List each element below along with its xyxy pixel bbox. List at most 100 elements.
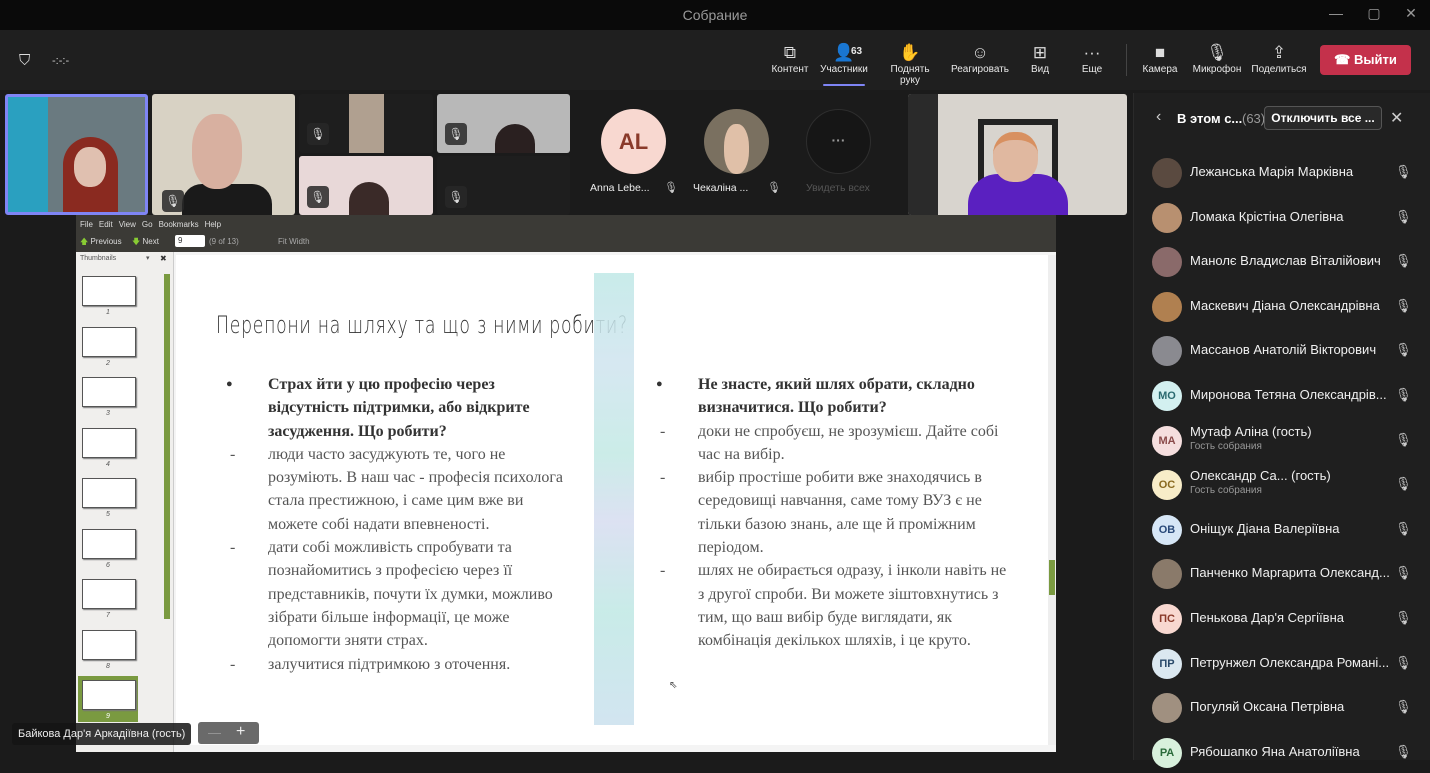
- next-button[interactable]: 🡇 Next: [132, 236, 159, 250]
- more-participants-button[interactable]: ···: [806, 109, 871, 174]
- document-scrollbar[interactable]: [1048, 255, 1056, 745]
- zoom-out-button[interactable]: —: [208, 725, 221, 740]
- participant-row[interactable]: ПС Пенькова Дар'я Сергіївна 🎙: [1152, 599, 1422, 639]
- camera-icon: ■: [1154, 43, 1166, 62]
- toolbar-view-button[interactable]: ⊞ Вид: [1010, 42, 1070, 75]
- participant-row[interactable]: МА Мутаф Аліна (гость) Гость собрания 🎙: [1152, 421, 1422, 461]
- toolbar-react-button[interactable]: ☺ Реагировать: [950, 42, 1010, 75]
- mic-off-icon[interactable]: 🎙: [1395, 699, 1412, 715]
- maximize-button[interactable]: ▢: [1364, 5, 1384, 22]
- video-tile[interactable]: 🎙: [299, 94, 433, 153]
- thumbnail-page[interactable]: [82, 377, 136, 407]
- bullet-point: дати собі можливість спробувати та позна…: [226, 536, 566, 652]
- participant-row[interactable]: Панченко Маргарита Олександ... 🎙: [1152, 554, 1422, 594]
- avatar-photo: [1152, 158, 1182, 188]
- participant-row[interactable]: ПР Петрунжел Олександра Романі... 🎙: [1152, 644, 1422, 684]
- back-icon[interactable]: ‹: [1156, 108, 1161, 126]
- menu-file[interactable]: File: [80, 220, 93, 229]
- mic-off-icon[interactable]: 🎙: [1395, 565, 1412, 581]
- mic-off-icon[interactable]: 🎙: [1395, 209, 1412, 225]
- menu-bookmarks[interactable]: Bookmarks: [159, 220, 199, 229]
- thumbnail-page[interactable]: [82, 528, 136, 559]
- video-tile[interactable]: [908, 94, 1127, 215]
- zoom-in-button[interactable]: +: [236, 723, 245, 741]
- mic-off-icon[interactable]: 🎙: [1395, 521, 1412, 537]
- thumbnail-number: 5: [106, 511, 110, 518]
- thumbnail-page[interactable]: [82, 427, 136, 458]
- mic-off-icon: 🎙: [767, 182, 781, 194]
- dropdown-icon[interactable]: ▾: [146, 254, 150, 262]
- participant-row[interactable]: Ломака Крістіна Олегівна 🎙: [1152, 198, 1422, 238]
- mute-all-button[interactable]: Отключить все ...: [1264, 106, 1382, 130]
- thumbnail-page[interactable]: [82, 629, 136, 660]
- mic-off-icon[interactable]: 🎙: [1395, 432, 1412, 448]
- participant-name: Панченко Маргарита Олександ...: [1190, 565, 1390, 581]
- toolbar-raise-hand-button[interactable]: ✋ Поднять руку: [880, 42, 940, 86]
- mic-off-icon[interactable]: 🎙: [1395, 476, 1412, 492]
- participant-row[interactable]: ОС Олександр Са... (гость) Гость собрания 🎙: [1152, 465, 1422, 505]
- minimize-button[interactable]: —: [1326, 5, 1346, 21]
- thumbnail-number: 9: [106, 713, 110, 720]
- close-panel-icon[interactable]: ✖: [160, 254, 167, 263]
- thumbnail-page[interactable]: [82, 579, 136, 609]
- mic-off-icon[interactable]: 🎙: [1395, 164, 1412, 180]
- menu-go[interactable]: Go: [142, 220, 153, 229]
- toolbar-participants-button[interactable]: 👤 63 Участники: [815, 42, 873, 86]
- thumbnail-page[interactable]: [82, 478, 136, 508]
- avatar-initials[interactable]: AL: [601, 109, 666, 174]
- toolbar-label: Участники: [820, 64, 868, 75]
- menu-help[interactable]: Help: [205, 220, 221, 229]
- shared-screen[interactable]: File Edit View Go Bookmarks Help 🡅 Previous 🡇…: [76, 215, 1056, 752]
- participant-row[interactable]: Лежанська Марія Марківна 🎙: [1152, 153, 1422, 193]
- toolbar-camera-button[interactable]: ■ Камера: [1130, 42, 1190, 75]
- participant-row[interactable]: ОВ Оніщук Діана Валеріївна 🎙: [1152, 510, 1422, 550]
- avatar-photo[interactable]: [704, 109, 769, 174]
- bullet-point: залучитися підтримкою з оточення.: [226, 653, 566, 677]
- participant-row[interactable]: Манолє Владислав Віталійович 🎙: [1152, 242, 1422, 282]
- leave-button[interactable]: ☎ Выйти: [1320, 45, 1411, 75]
- see-all-link[interactable]: Увидеть всех: [806, 182, 870, 194]
- video-tile[interactable]: 🎙: [437, 94, 570, 153]
- close-panel-icon[interactable]: ✕: [1390, 108, 1403, 128]
- previous-label: Previous: [90, 237, 122, 246]
- video-tile[interactable]: 🎙: [299, 156, 433, 215]
- thumbnail-number: 6: [106, 561, 110, 569]
- slide-left-column: Страх йти у цю професію через відсутніст…: [226, 373, 566, 676]
- mic-off-icon[interactable]: 🎙: [1395, 298, 1412, 314]
- page-number-input[interactable]: 9: [175, 235, 205, 247]
- video-tile[interactable]: 🎙: [152, 94, 295, 215]
- mic-off-icon[interactable]: 🎙: [1395, 610, 1412, 626]
- video-tile-active-speaker[interactable]: [5, 94, 148, 215]
- avatar-photo: [1152, 291, 1182, 322]
- toolbar-content-button[interactable]: ⧉ Контент: [760, 42, 820, 75]
- participant-row[interactable]: МО Миронова Тетяна Олександрів... 🎙: [1152, 376, 1422, 416]
- mic-off-icon[interactable]: 🎙: [1395, 655, 1412, 671]
- menu-edit[interactable]: Edit: [99, 220, 113, 229]
- participant-row[interactable]: РА Рябошапко Яна Анатоліївна 🎙: [1152, 733, 1422, 773]
- thumbnail-page[interactable]: [82, 326, 136, 357]
- mic-off-icon[interactable]: 🎙: [1395, 342, 1412, 358]
- participants-panel: ‹ В этом с... (63) Отключить все ... ✕ Л…: [1133, 93, 1430, 768]
- mic-off-icon[interactable]: 🎙: [1395, 744, 1412, 760]
- avatar-initials: ОВ: [1152, 514, 1182, 545]
- mic-off-icon[interactable]: 🎙: [1395, 387, 1412, 403]
- phone-icon: ☎: [1334, 52, 1354, 67]
- mic-off-icon[interactable]: 🎙: [1395, 253, 1412, 269]
- toolbar-share-button[interactable]: ⇪ Поделиться: [1249, 42, 1309, 75]
- toolbar-more-button[interactable]: ··· Еще: [1062, 42, 1122, 75]
- viewer-toolbar: File Edit View Go Bookmarks Help 🡅 Previous 🡇…: [76, 215, 1056, 252]
- toolbar-microphone-button[interactable]: 🎙 Микрофон: [1187, 42, 1247, 75]
- close-window-button[interactable]: ✕: [1401, 5, 1421, 22]
- video-tile[interactable]: 🎙: [437, 156, 570, 215]
- thumbnail-page[interactable]: [82, 680, 136, 710]
- shield-icon: ⛉: [19, 52, 31, 69]
- menu-view[interactable]: View: [119, 220, 136, 229]
- thumbnail-page[interactable]: [82, 276, 136, 306]
- previous-button[interactable]: 🡅 Previous: [80, 236, 122, 250]
- meeting-toolbar: ⛉ -:-:- ⧉ Контент 👤 63 Участники ✋ Поднять рук…: [0, 30, 1430, 90]
- participant-row[interactable]: Маскевич Діана Олександрівна 🎙: [1152, 287, 1422, 327]
- participant-row[interactable]: Массанов Анатолій Вікторович 🎙: [1152, 331, 1422, 371]
- zoom-select[interactable]: Fit Width: [278, 237, 310, 246]
- thumbnails-scrollbar[interactable]: [164, 274, 170, 619]
- participant-row[interactable]: Погуляй Оксана Петрівна 🎙: [1152, 688, 1422, 728]
